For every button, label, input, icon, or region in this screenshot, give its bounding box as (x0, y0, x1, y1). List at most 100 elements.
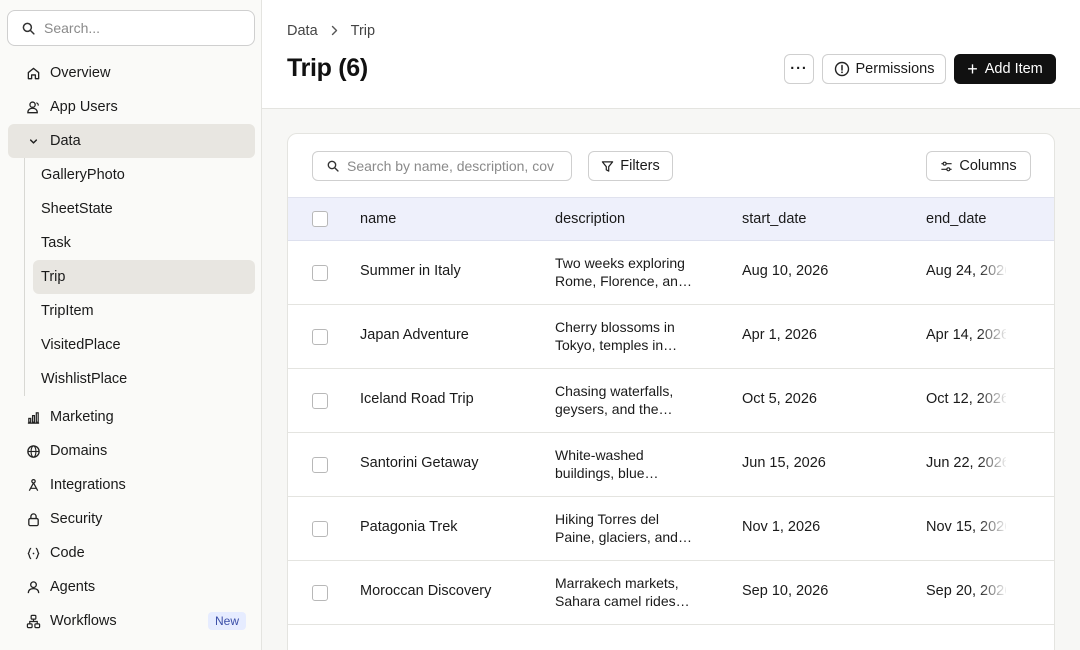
cell-description: Two weeks exploring Rome, Florence, an… (555, 254, 700, 290)
sidebar-item-label: Overview (50, 65, 111, 81)
sidebar-item-code[interactable]: Code (8, 536, 255, 570)
desc-line: Sahara camel rides… (555, 593, 690, 609)
info-circle-icon (834, 61, 849, 77)
sidebar-search-placeholder: Search... (44, 20, 101, 36)
cell-name: Santorini Getaway (360, 455, 479, 471)
row-checkbox[interactable] (312, 457, 328, 473)
more-options-button[interactable]: ··· (784, 54, 814, 84)
permissions-button[interactable]: Permissions (822, 54, 946, 84)
sidebar-search-input[interactable]: Search... (7, 10, 255, 46)
sidebar-item-security[interactable]: Security (8, 502, 255, 536)
desc-line: White-washed (555, 447, 644, 463)
sidebar-item-task[interactable]: Task (33, 226, 255, 260)
lock-icon (24, 510, 42, 528)
sidebar-item-label: Domains (50, 443, 108, 459)
cell-name: Summer in Italy (360, 263, 461, 279)
sidebar: Search... Overview App Users Data Galler… (0, 0, 262, 650)
desc-line: Hiking Torres del (555, 511, 660, 527)
sidebar-item-app-users[interactable]: App Users (8, 90, 255, 124)
cell-start-date: Aug 10, 2026 (742, 263, 829, 279)
sidebar-item-label: Marketing (50, 409, 114, 425)
column-header-name[interactable]: name (360, 211, 396, 227)
cell-description: Marrakech markets, Sahara camel rides… (555, 574, 700, 610)
cell-name: Japan Adventure (360, 327, 469, 343)
sidebar-item-domains[interactable]: Domains (8, 434, 255, 468)
sidebar-item-sheetstate[interactable]: SheetState (33, 192, 255, 226)
row-checkbox[interactable] (312, 393, 328, 409)
desc-line: buildings, blue… (555, 465, 659, 481)
column-header-end-date[interactable]: end_date (926, 211, 986, 227)
code-icon (24, 544, 42, 562)
column-header-start-date[interactable]: start_date (742, 211, 807, 227)
overflow-fade (978, 305, 1008, 368)
table-row[interactable]: Japan Adventure Cherry blossoms in Tokyo,… (288, 305, 1054, 369)
cell-start-date: Nov 1, 2026 (742, 519, 821, 535)
sidebar-item-tripitem[interactable]: TripItem (33, 294, 255, 328)
overflow-fade (978, 369, 1008, 432)
select-all-checkbox[interactable] (312, 211, 328, 227)
table-row[interactable]: Summer in Italy Two weeks exploring Rome,… (288, 241, 1054, 305)
desc-line: Cherry blossoms in (555, 319, 675, 335)
sidebar-item-marketing[interactable]: Marketing (8, 400, 255, 434)
table-search-input[interactable]: Search by name, description, cov (312, 151, 572, 181)
sidebar-item-agents[interactable]: Agents (8, 570, 255, 604)
row-checkbox[interactable] (312, 521, 328, 537)
sidebar-item-label: Workflows (50, 613, 117, 629)
sidebar-item-galleryphoto[interactable]: GalleryPhoto (33, 158, 255, 192)
sliders-icon (941, 161, 952, 171)
integrations-icon (24, 476, 42, 494)
cell-start-date: Oct 5, 2026 (742, 391, 817, 407)
cell-start-date: Jun 15, 2026 (742, 455, 826, 471)
table-row[interactable]: Santorini Getaway White-washed buildings,… (288, 433, 1054, 497)
desc-line: Paine, glaciers, and… (555, 529, 692, 545)
chevron-right-icon (330, 24, 339, 39)
desc-line: Chasing waterfalls, (555, 383, 674, 399)
cell-description: White-washed buildings, blue… (555, 446, 700, 482)
filters-button[interactable]: Filters (588, 151, 673, 181)
sidebar-item-label: Security (50, 511, 103, 527)
permissions-label: Permissions (855, 61, 935, 77)
sidebar-item-visitedplace[interactable]: VisitedPlace (33, 328, 255, 362)
data-table-card: Search by name, description, cov Filters… (287, 133, 1055, 650)
columns-button[interactable]: Columns (926, 151, 1031, 181)
bar-chart-icon (24, 408, 42, 426)
sidebar-item-data[interactable]: Data (8, 124, 255, 158)
filter-icon (602, 160, 614, 172)
table-header-row: name description start_date end_date (288, 197, 1054, 241)
filters-label: Filters (620, 158, 660, 174)
table-search-placeholder: Search by name, description, cov (347, 158, 554, 174)
sidebar-item-wishlistplace[interactable]: WishlistPlace (33, 362, 255, 396)
add-item-label: Add Item (984, 61, 1043, 77)
ellipsis-icon: ··· (790, 61, 808, 77)
data-collections-list: GalleryPhoto SheetState Task Trip TripIt… (24, 158, 255, 396)
sidebar-item-overview[interactable]: Overview (8, 56, 255, 90)
cell-description: Cherry blossoms in Tokyo, temples in… (555, 318, 700, 354)
add-item-button[interactable]: + Add Item (954, 54, 1056, 84)
workflow-icon (24, 612, 42, 630)
search-icon (22, 22, 35, 35)
overflow-fade (978, 241, 1008, 304)
cell-name: Patagonia Trek (360, 519, 458, 535)
cell-name: Iceland Road Trip (360, 391, 474, 407)
page-header: Data Trip Trip (6) ··· Permissions + Add… (262, 0, 1080, 109)
table-row[interactable]: Patagonia Trek Hiking Torres del Paine, g… (288, 497, 1054, 561)
sidebar-item-workflows[interactable]: Workflows New (8, 604, 255, 638)
sidebar-item-integrations[interactable]: Integrations (8, 468, 255, 502)
table-row[interactable]: Iceland Road Trip Chasing waterfalls, gey… (288, 369, 1054, 433)
breadcrumb-data-link[interactable]: Data (287, 23, 318, 39)
columns-label: Columns (959, 158, 1017, 174)
sidebar-item-label: Agents (50, 579, 96, 595)
row-checkbox[interactable] (312, 329, 328, 345)
page-title: Trip (6) (287, 54, 368, 82)
sidebar-item-label: Data (50, 133, 81, 149)
row-checkbox[interactable] (312, 265, 328, 281)
breadcrumb-current: Trip (350, 23, 376, 39)
desc-line: geysers, and the… (555, 401, 673, 417)
desc-line: Rome, Florence, an… (555, 273, 692, 289)
home-icon (24, 64, 42, 82)
table-row[interactable]: Moroccan Discovery Marrakech markets, Sah… (288, 561, 1054, 625)
sidebar-item-trip[interactable]: Trip (33, 260, 255, 294)
desc-line: Tokyo, temples in… (555, 337, 678, 353)
column-header-description[interactable]: description (555, 211, 625, 227)
row-checkbox[interactable] (312, 585, 328, 601)
